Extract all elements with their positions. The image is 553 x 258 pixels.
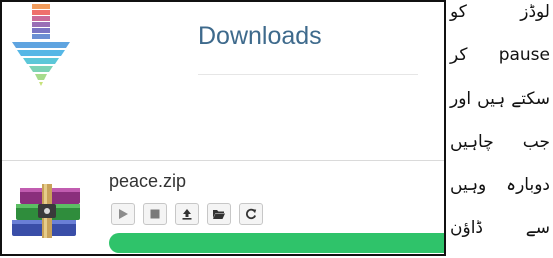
stop-icon: [150, 209, 160, 219]
upload-icon: [182, 209, 192, 220]
download-progress-bar: [109, 233, 444, 253]
caption-line: دوبارہ وہیں: [450, 175, 550, 195]
section-divider: [2, 160, 444, 161]
download-filename[interactable]: peace.zip: [109, 171, 186, 192]
downloads-panel: Downloads peace.zip: [0, 0, 446, 256]
folder-open-icon: [213, 210, 225, 219]
play-button[interactable]: [111, 203, 135, 225]
winrar-archive-icon: [12, 184, 80, 238]
caption-line: جب چاہیں: [450, 132, 550, 152]
page-title: Downloads: [198, 22, 322, 50]
caption-line: سکتے ہیں اور: [450, 89, 550, 109]
download-arrow-icon: [12, 4, 70, 86]
caption-line: سے ڈاؤن: [450, 218, 550, 238]
refresh-icon: [246, 208, 257, 220]
open-folder-button[interactable]: [207, 203, 231, 225]
stop-button[interactable]: [143, 203, 167, 225]
play-icon: [119, 209, 128, 219]
side-caption: لوڈز کو pause کر سکتے ہیں اور جب چاہیں د…: [450, 0, 550, 258]
download-controls: [111, 203, 263, 225]
header-divider: [198, 74, 418, 75]
refresh-button[interactable]: [239, 203, 263, 225]
upload-button[interactable]: [175, 203, 199, 225]
caption-line: لوڈز کو: [450, 2, 550, 22]
caption-line: pause کر: [450, 45, 550, 65]
